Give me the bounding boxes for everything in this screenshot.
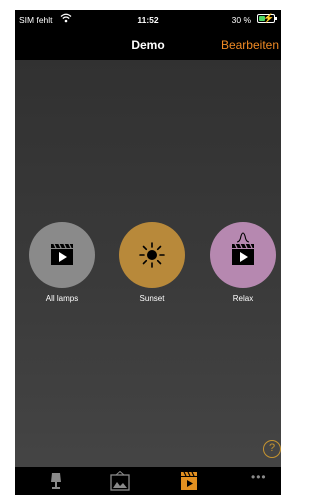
status-bar: SIM fehlt 11:52 30 % ⚡ bbox=[15, 10, 281, 30]
scene-circle[interactable] bbox=[119, 222, 185, 288]
clapperboard-relax-icon bbox=[232, 232, 254, 265]
tab-bar: ••• bbox=[15, 467, 281, 495]
sun-icon bbox=[139, 242, 165, 268]
scene-circle[interactable] bbox=[210, 222, 276, 288]
tab-pictures[interactable] bbox=[105, 471, 135, 491]
tab-lamps[interactable] bbox=[41, 471, 71, 491]
clapperboard-icon bbox=[51, 243, 73, 265]
navigation-bar: Demo Bearbeiten bbox=[15, 30, 281, 60]
battery-percent: 30 % bbox=[231, 15, 251, 25]
scene-list: All lamps Sunset Relax bbox=[15, 222, 281, 322]
scene-label: All lamps bbox=[45, 294, 79, 303]
phone-screen: SIM fehlt 11:52 30 % ⚡ Demo Bearbeiten A… bbox=[15, 10, 281, 495]
scene-all-lamps[interactable]: All lamps bbox=[27, 222, 97, 303]
scene-label: Relax bbox=[232, 294, 254, 303]
scenes-icon bbox=[181, 471, 197, 490]
scene-relax[interactable]: Relax bbox=[208, 222, 278, 303]
scene-label: Sunset bbox=[139, 294, 165, 303]
battery-icon: ⚡ bbox=[257, 13, 277, 23]
picture-icon bbox=[110, 471, 130, 491]
more-icon: ••• bbox=[251, 470, 267, 484]
help-button[interactable]: ? bbox=[263, 440, 281, 458]
edit-button[interactable]: Bearbeiten bbox=[221, 38, 279, 52]
scene-circle[interactable] bbox=[29, 222, 95, 288]
tab-more[interactable]: ••• bbox=[243, 470, 273, 491]
tab-scenes[interactable] bbox=[174, 471, 204, 491]
scene-sunset[interactable]: Sunset bbox=[117, 222, 187, 303]
lamp-icon bbox=[51, 473, 61, 489]
